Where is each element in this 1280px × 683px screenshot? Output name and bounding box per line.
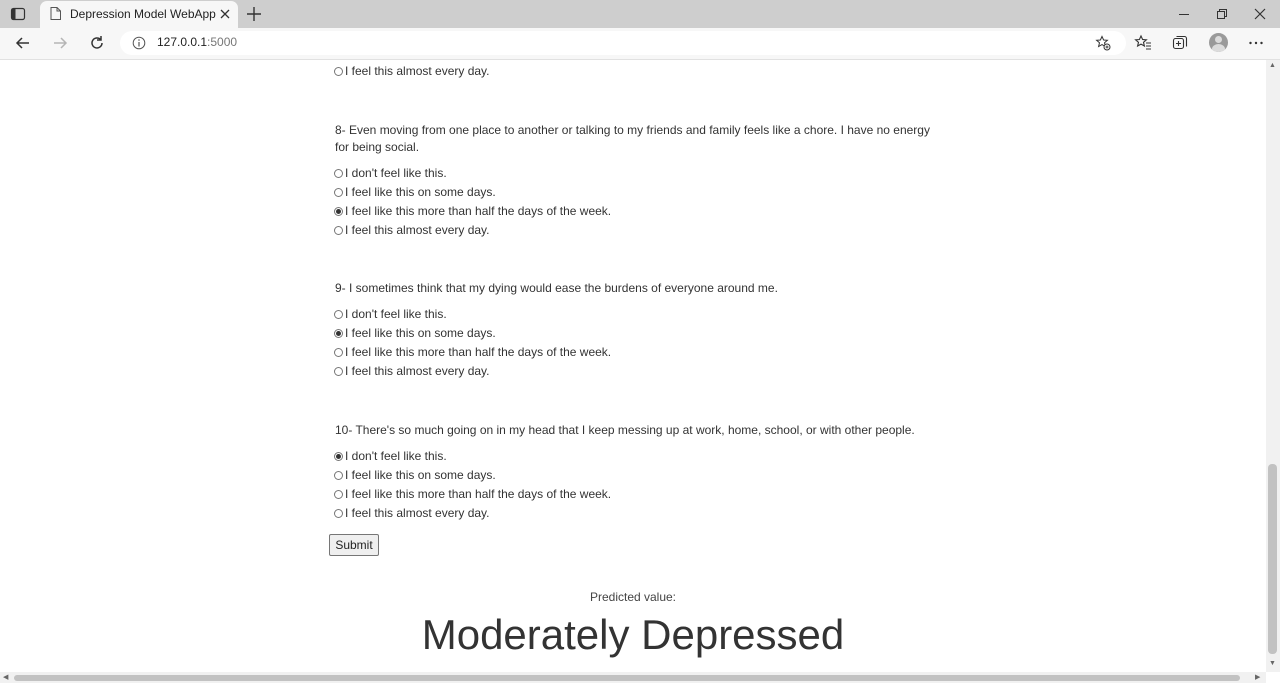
- scroll-up-icon[interactable]: ▲: [1269, 62, 1276, 69]
- horizontal-scrollbar[interactable]: ◀ ▶: [0, 672, 1266, 683]
- radio-button-selected[interactable]: [334, 207, 343, 216]
- tab-bar: Depression Model WebApp: [0, 0, 1280, 28]
- favorites-icon[interactable]: [1134, 34, 1152, 52]
- scroll-left-icon[interactable]: ◀: [3, 673, 8, 681]
- radio-button[interactable]: [334, 471, 343, 480]
- tab-title: Depression Model WebApp: [70, 7, 216, 21]
- radio-button[interactable]: [334, 367, 343, 376]
- horizontal-scroll-thumb[interactable]: [14, 675, 1240, 681]
- radio-button[interactable]: [334, 226, 343, 235]
- tab-actions-icon[interactable]: [10, 6, 26, 22]
- refresh-icon[interactable]: [88, 34, 106, 52]
- question-10-text: 10- There's so much going on in my head …: [335, 423, 915, 437]
- radio-button-selected[interactable]: [334, 452, 343, 461]
- back-icon[interactable]: [14, 34, 32, 52]
- radio-button[interactable]: [334, 169, 343, 178]
- close-tab-icon[interactable]: [218, 7, 232, 21]
- scroll-down-icon[interactable]: ▼: [1269, 660, 1276, 667]
- collections-icon[interactable]: [1171, 34, 1189, 52]
- question-9-text: 9- I sometimes think that my dying would…: [335, 281, 778, 295]
- radio-button[interactable]: [334, 509, 343, 518]
- info-icon[interactable]: [132, 36, 146, 50]
- radio-button[interactable]: [334, 188, 343, 197]
- address-bar[interactable]: 127.0.0.1:5000: [120, 31, 1126, 55]
- scroll-right-icon[interactable]: ▶: [1255, 673, 1260, 681]
- minimize-icon[interactable]: [1176, 6, 1192, 22]
- restore-icon[interactable]: [1214, 6, 1230, 22]
- page-icon: [50, 7, 61, 20]
- page-content: I feel this almost every day. 8- Even mo…: [0, 60, 1266, 672]
- vertical-scroll-thumb[interactable]: [1268, 464, 1277, 654]
- radio-button-selected[interactable]: [334, 329, 343, 338]
- url-text: 127.0.0.1:5000: [157, 35, 238, 49]
- prediction-value: Moderately Depressed: [421, 611, 845, 658]
- radio-button[interactable]: [334, 490, 343, 499]
- submit-button[interactable]: Submit: [329, 534, 379, 556]
- browser-tab[interactable]: Depression Model WebApp: [40, 1, 238, 28]
- question-8-text: 8- Even moving from one place to another…: [335, 123, 930, 154]
- add-favorite-icon[interactable]: [1095, 35, 1111, 51]
- more-options-icon[interactable]: [1247, 34, 1265, 52]
- radio-button[interactable]: [334, 348, 343, 357]
- radio-button[interactable]: [334, 67, 343, 76]
- profile-avatar[interactable]: [1209, 33, 1228, 52]
- vertical-scrollbar[interactable]: ▲ ▼: [1266, 60, 1280, 672]
- radio-button[interactable]: [334, 310, 343, 319]
- close-window-icon[interactable]: [1252, 6, 1268, 22]
- forward-icon: [54, 37, 68, 49]
- new-tab-icon[interactable]: [245, 5, 263, 23]
- browser-toolbar: 127.0.0.1:5000: [0, 28, 1280, 60]
- prediction-label: Predicted value:: [589, 590, 677, 604]
